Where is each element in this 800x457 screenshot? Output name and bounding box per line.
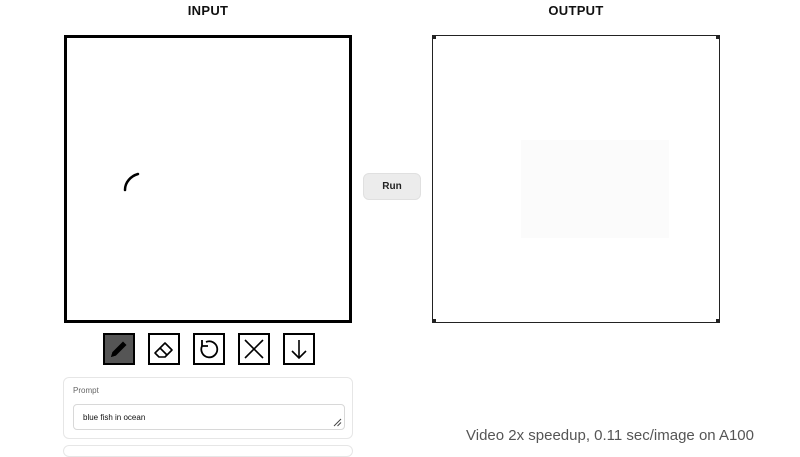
sketch-stroke — [123, 172, 140, 192]
eraser-icon — [154, 342, 173, 358]
run-button[interactable]: Run — [363, 173, 421, 200]
pencil-icon — [111, 341, 127, 357]
next-card — [63, 445, 353, 457]
undo-tool-button[interactable] — [193, 333, 225, 365]
canvas-corner — [432, 319, 436, 323]
prompt-card: Prompt blue fish in ocean — [63, 377, 353, 439]
undo-icon — [200, 340, 219, 359]
prompt-input-value: blue fish in ocean — [83, 412, 146, 422]
canvas-corner — [432, 35, 436, 39]
prompt-label: Prompt — [73, 386, 99, 395]
input-title: INPUT — [187, 3, 229, 18]
pencil-tool-button[interactable] — [103, 333, 135, 365]
clear-tool-button[interactable] — [238, 333, 270, 365]
download-tool-button[interactable] — [283, 333, 315, 365]
close-icon — [244, 339, 264, 359]
prompt-input[interactable]: blue fish in ocean — [73, 404, 345, 430]
caption-text: Video 2x speedup, 0.11 sec/image on A100 — [466, 427, 754, 444]
drawing-canvas[interactable] — [64, 35, 352, 323]
arrow-down-icon — [291, 340, 307, 360]
resize-grip-icon[interactable] — [333, 418, 342, 427]
output-canvas — [432, 35, 720, 323]
canvas-corner — [716, 319, 720, 323]
output-image-placeholder — [521, 140, 669, 238]
eraser-tool-button[interactable] — [148, 333, 180, 365]
canvas-corner — [716, 35, 720, 39]
output-title: OUTPUT — [548, 3, 604, 18]
